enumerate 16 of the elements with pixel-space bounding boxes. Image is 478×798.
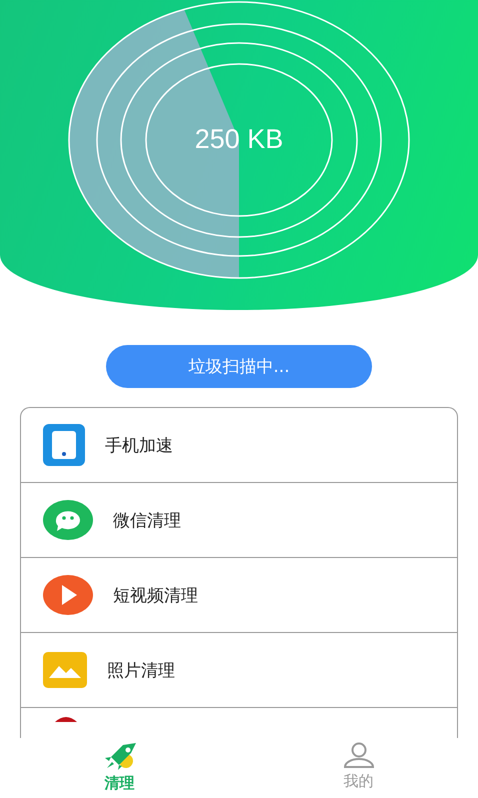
feature-label: 微信清理 xyxy=(113,510,181,532)
rocket-icon xyxy=(102,742,136,770)
feature-row[interactable]: 微信清理 xyxy=(21,482,457,557)
feature-row[interactable]: 手机加速 xyxy=(21,408,457,482)
feature-row[interactable]: 短视频清理 xyxy=(21,557,457,632)
feature-label: 照片清理 xyxy=(107,660,175,682)
app-icon xyxy=(55,716,77,722)
user-icon xyxy=(342,742,374,768)
play-icon xyxy=(43,574,93,616)
scan-size: 250 KB xyxy=(194,124,284,155)
feature-label: 短视频清理 xyxy=(113,584,198,606)
tablet-icon xyxy=(43,424,85,466)
image-icon xyxy=(43,652,87,688)
feature-label: 手机加速 xyxy=(105,434,173,456)
feature-row[interactable]: 照片清理 xyxy=(21,632,457,707)
chat-icon xyxy=(43,499,93,541)
